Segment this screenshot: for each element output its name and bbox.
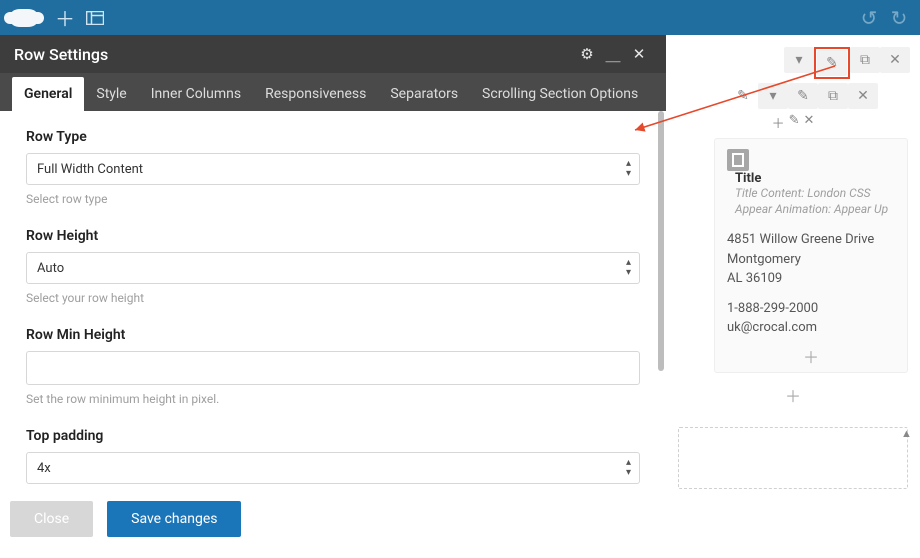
minimize-icon[interactable]: ＿ [600,44,626,65]
gear-icon[interactable]: ⚙ [574,45,600,63]
card-add-button[interactable]: ＋ [727,344,895,368]
row-type-hint: Select row type [26,192,640,206]
preview-line: 4851 Willow Greene Drive [727,230,895,250]
preview-line: AL 36109 [727,269,895,289]
empty-dropzone[interactable] [678,427,908,489]
duplicate-button[interactable]: ⧉ [850,47,880,73]
tab-separators[interactable]: Separators [378,77,470,111]
tab-scrolling-section[interactable]: Scrolling Section Options [470,77,650,111]
close-icon[interactable]: ✕ [626,45,652,63]
edit-button[interactable]: ✎ [817,50,847,76]
element-edit-icon[interactable]: ✎ [789,113,800,132]
element-close-icon[interactable]: ✕ [804,113,815,132]
preview-line: Montgomery [727,250,895,270]
cloud-logo [10,9,38,27]
preview-line: uk@crocal.com [727,318,895,338]
tab-inner-columns[interactable]: Inner Columns [139,77,253,111]
chevron-updown-icon: ▴▾ [626,258,631,278]
tab-general[interactable]: General [12,77,84,111]
row-min-height-label: Row Min Height [26,327,640,343]
element-subtitle-2: Appear Animation: Appear Up [735,202,888,218]
tab-style[interactable]: Style [84,77,138,111]
element-title: Title [735,171,888,186]
scrollbar[interactable] [658,111,664,371]
tab-bar: General Style Inner Columns Responsivene… [0,73,666,111]
row-add-button[interactable]: ＋ [672,383,914,407]
title-element-icon [727,149,749,171]
undo-button[interactable]: ↺ [854,0,884,35]
top-padding-value: 4x [37,461,51,476]
row-min-height-input[interactable] [26,351,640,385]
col-dropdown[interactable]: ▾ [758,83,788,109]
chevron-updown-icon: ▴▾ [626,458,631,478]
add-button[interactable]: ＋ [50,0,80,35]
row-min-height-hint: Set the row minimum height in pixel. [26,392,640,406]
row-height-select[interactable]: Auto ▴▾ [26,252,640,284]
col-edit-left[interactable]: ✎ [728,83,758,109]
save-changes-button[interactable]: Save changes [107,501,241,537]
row-type-value: Full Width Content [37,162,143,177]
row-height-value: Auto [37,261,64,276]
element-card[interactable]: Title Title Content: London CSS Appear A… [714,138,908,373]
scroll-up-icon[interactable]: ▲ [901,427,912,438]
layout-button[interactable] [80,0,110,35]
top-padding-label: Top padding [26,428,640,444]
chevron-updown-icon: ▴▾ [626,159,631,179]
redo-button[interactable]: ↻ [884,0,914,35]
panel-title: Row Settings [14,45,574,64]
row-type-label: Row Type [26,129,640,145]
row-type-select[interactable]: Full Width Content ▴▾ [26,153,640,185]
top-padding-select[interactable]: 4x ▴▾ [26,452,640,484]
col-edit-button[interactable]: ✎ [788,83,818,109]
close-button[interactable]: Close [10,501,93,537]
col-duplicate-button[interactable]: ⧉ [818,83,848,109]
layout-icon [86,11,104,25]
row-height-label: Row Height [26,228,640,244]
row-dropdown[interactable]: ▾ [784,47,814,73]
remove-button[interactable]: ✕ [880,47,910,73]
element-subtitle-1: Title Content: London CSS [735,186,888,202]
form-body: Row Type Full Width Content ▴▾ Select ro… [0,111,666,491]
row-height-hint: Select your row height [26,291,640,305]
preview-line: 1-888-299-2000 [727,299,895,319]
element-add-icon[interactable]: ＋ [772,113,785,132]
col-remove-button[interactable]: ✕ [848,83,878,109]
tab-responsiveness[interactable]: Responsiveness [253,77,378,111]
